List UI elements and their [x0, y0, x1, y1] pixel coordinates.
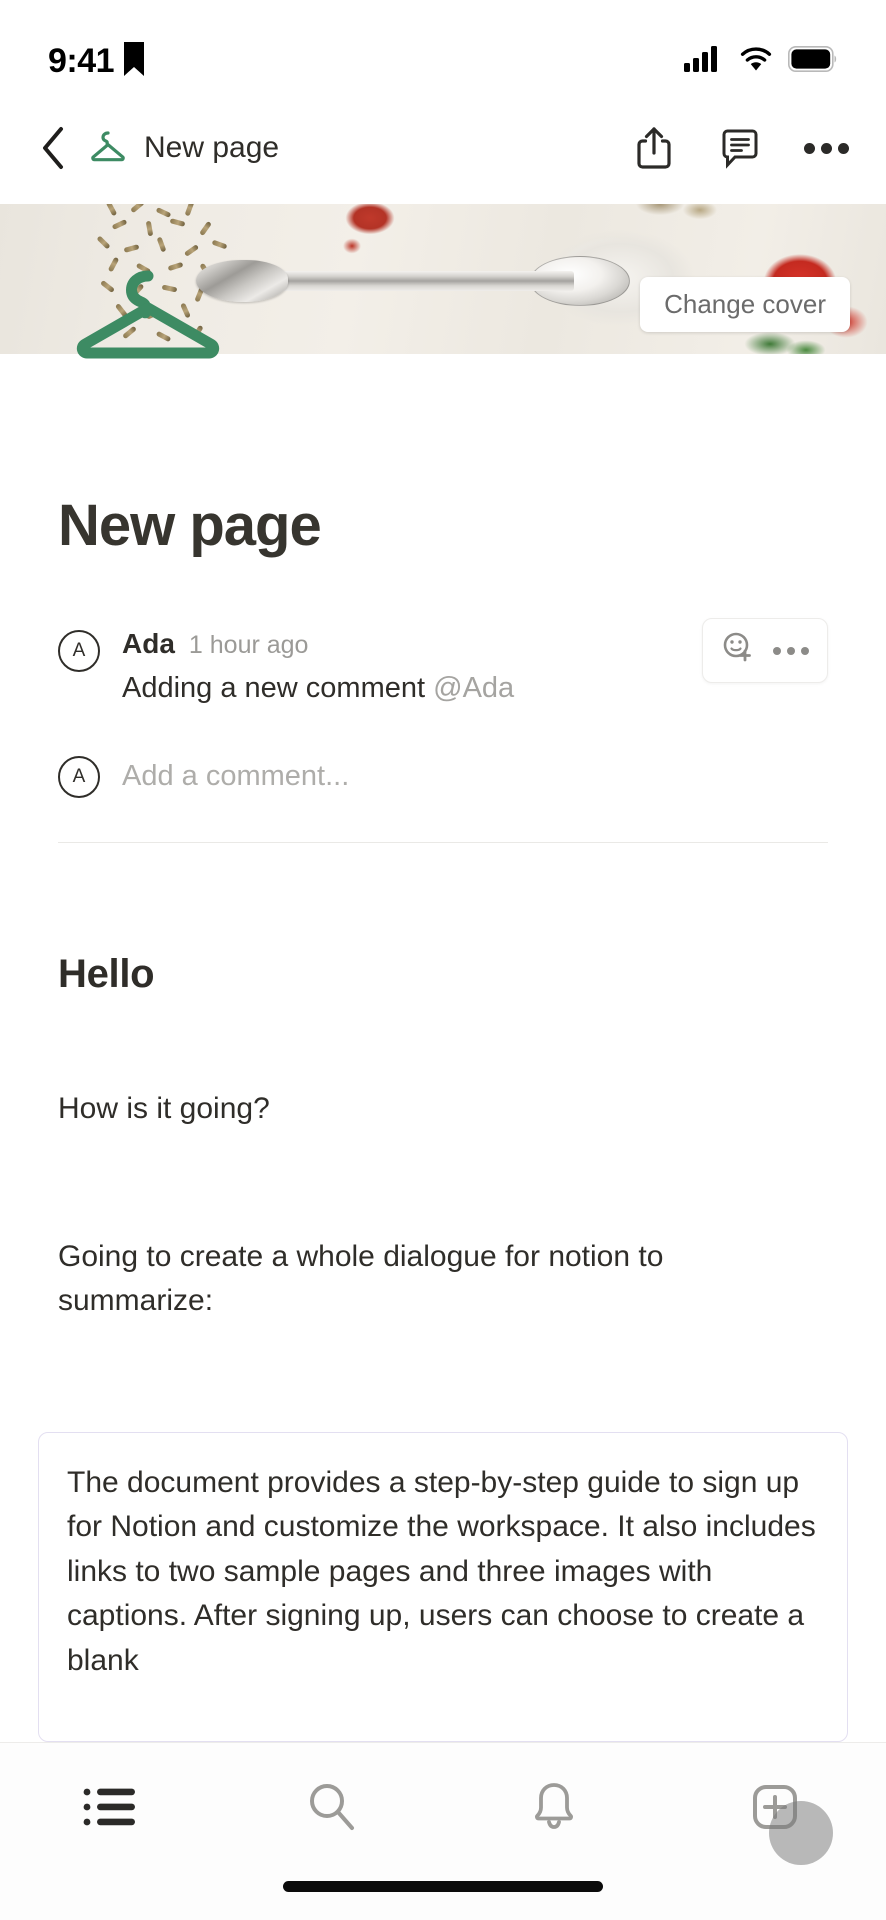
bookmark-icon: [124, 41, 145, 81]
list-icon: [83, 1788, 135, 1826]
content-paragraph-2[interactable]: Going to create a whole dialogue for not…: [58, 1235, 818, 1322]
comment-more-button[interactable]: [773, 646, 809, 655]
comment-button[interactable]: [714, 122, 766, 174]
cellular-signal-icon: [684, 45, 724, 77]
avatar: A: [58, 630, 100, 672]
tab-bar: [0, 1742, 886, 1920]
content-paragraph-1[interactable]: How is it going?: [58, 1092, 838, 1126]
back-button[interactable]: [24, 119, 82, 177]
bell-icon: [534, 1783, 573, 1829]
status-time: 9:41: [48, 41, 115, 80]
chevron-left-icon: [43, 127, 63, 169]
content-heading[interactable]: Hello: [58, 952, 838, 997]
more-button[interactable]: [800, 122, 852, 174]
tab-search[interactable]: [222, 1769, 444, 1845]
status-bar-right: [684, 45, 846, 77]
more-horizontal-icon: [803, 142, 849, 154]
cover-spoon-decoration: [196, 254, 630, 308]
add-reaction-icon: [723, 632, 751, 662]
new-page-plus-icon: [753, 1785, 798, 1829]
nav-page-icon[interactable]: [86, 126, 130, 170]
add-comment-input[interactable]: Add a comment...: [122, 760, 349, 793]
tab-new-page[interactable]: [665, 1769, 886, 1865]
comment-item: A Ada 1 hour ago Adding a new comment @A…: [58, 618, 828, 706]
share-icon: [637, 127, 671, 169]
clothes-hanger-icon: [76, 270, 220, 359]
search-icon: [310, 1784, 355, 1830]
battery-full-icon: [788, 45, 838, 77]
nav-actions: [628, 122, 852, 174]
comment-icon: [722, 129, 758, 169]
change-cover-button[interactable]: Change cover: [640, 277, 850, 332]
comment-timestamp: 1 hour ago: [188, 631, 309, 659]
nav-title: New page: [144, 131, 280, 164]
home-indicator: [283, 1881, 603, 1892]
comment-thread: A Ada 1 hour ago Adding a new comment @A…: [58, 618, 828, 799]
comment-action-bar: [702, 618, 828, 683]
ai-summary-card[interactable]: The document provides a step-by-step gui…: [38, 1432, 848, 1742]
add-reaction-button[interactable]: [721, 631, 755, 670]
avatar: A: [58, 756, 100, 799]
share-button[interactable]: [628, 122, 680, 174]
clothes-hanger-icon: [91, 131, 125, 162]
tab-list[interactable]: [0, 1769, 222, 1845]
page-icon[interactable]: [74, 268, 222, 364]
comment-text: Adding a new comment: [122, 672, 434, 704]
status-bar-left: 9:41: [48, 41, 145, 81]
wifi-icon: [738, 46, 774, 77]
comment-composer[interactable]: A Add a comment...: [58, 754, 828, 799]
status-bar: 9:41: [0, 0, 886, 92]
nav-bar: New page: [0, 92, 886, 204]
page-title[interactable]: New page: [58, 492, 322, 559]
content-divider: [58, 842, 828, 843]
comment-mention[interactable]: @Ada: [433, 672, 514, 704]
tab-notifications[interactable]: [443, 1769, 665, 1845]
comment-author: Ada: [122, 628, 175, 659]
ai-summary-text: The document provides a step-by-step gui…: [67, 1466, 816, 1677]
